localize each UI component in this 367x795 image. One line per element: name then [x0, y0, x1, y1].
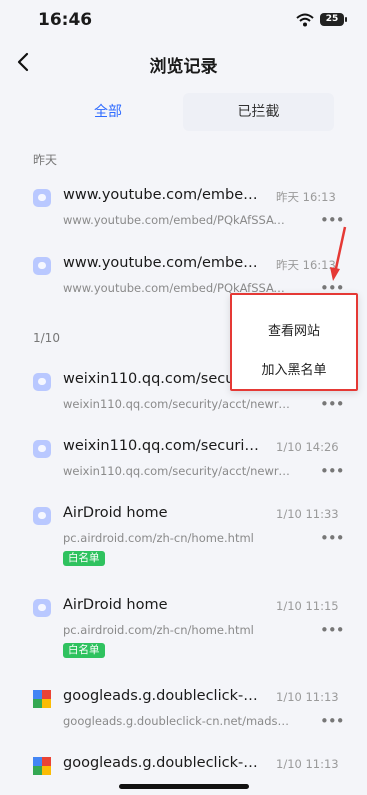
chat-bubble-icon [33, 189, 51, 207]
more-options-icon[interactable]: ••• [320, 712, 345, 730]
item-url: googleads.g.doubleclick-cn.net/mads/stat… [63, 714, 291, 728]
item-time: 1/10 11:15 [276, 599, 339, 613]
home-indicator[interactable] [119, 784, 249, 789]
item-title: AirDroid home [63, 505, 168, 521]
whitelist-badge: 白名单 [63, 643, 105, 658]
item-title: AirDroid home [63, 597, 168, 613]
section-header-yesterday: 昨天 [33, 153, 58, 167]
google-logo-icon [33, 757, 51, 775]
item-url: www.youtube.com/embed/PQkAfSSAvoM [63, 213, 291, 227]
more-options-icon[interactable]: ••• [320, 395, 345, 413]
tab-bar: 全部 已拦截 [33, 93, 334, 131]
status-time: 16:46 [38, 10, 93, 30]
item-url: weixin110.qq.com/security/acct/newreadte… [63, 464, 291, 478]
annotation-arrow-icon [330, 226, 347, 281]
wifi-icon [296, 12, 314, 31]
chat-bubble-icon [33, 440, 51, 458]
tab-all[interactable]: 全部 [33, 93, 183, 131]
chat-bubble-icon [33, 507, 51, 525]
more-options-icon[interactable]: ••• [320, 529, 345, 547]
more-options-icon[interactable]: ••• [320, 621, 345, 639]
item-title: www.youtube.com/embed/PQkAfSSAvoM [63, 187, 263, 203]
item-url: pc.airdroid.com/zh-cn/home.html [63, 623, 254, 637]
chat-bubble-icon [33, 373, 51, 391]
status-bar: 16:46 25 [0, 0, 367, 44]
item-time: 1/10 11:13 [276, 757, 339, 771]
nav-bar: 浏览记录 [0, 44, 367, 84]
chat-bubble-icon [33, 599, 51, 617]
item-url: pc.airdroid.com/zh-cn/home.html [63, 531, 254, 545]
item-time: 1/10 11:33 [276, 507, 339, 521]
tab-blocked[interactable]: 已拦截 [183, 93, 334, 131]
more-options-icon[interactable]: ••• [320, 462, 345, 480]
item-title: googleads.g.doubleclick-cn.net/mads/stat… [63, 755, 263, 771]
battery-icon: 25 [320, 13, 347, 26]
item-title: googleads.g.doubleclick-cn.net/mads/stat… [63, 688, 263, 704]
item-time: 1/10 14:26 [276, 440, 339, 454]
chat-bubble-icon [33, 257, 51, 275]
section-header-date: 1/10 [33, 331, 60, 345]
item-title: weixin110.qq.com/security/acct/newreadte… [63, 438, 263, 454]
context-menu: 查看网站 加入黑名单 [230, 293, 358, 391]
add-blacklist-menu-item[interactable]: 加入黑名单 [232, 359, 356, 378]
item-time: 昨天 16:13 [276, 190, 336, 204]
item-url: weixin110.qq.com/security/acct/newreadte… [63, 397, 291, 411]
whitelist-badge: 白名单 [63, 551, 105, 566]
item-time: 1/10 11:13 [276, 690, 339, 704]
view-site-menu-item[interactable]: 查看网站 [232, 320, 356, 339]
google-logo-icon [33, 690, 51, 708]
page-title: 浏览记录 [149, 57, 218, 77]
item-title: www.youtube.com/embed/PQkAfSSAvoM [63, 255, 263, 271]
